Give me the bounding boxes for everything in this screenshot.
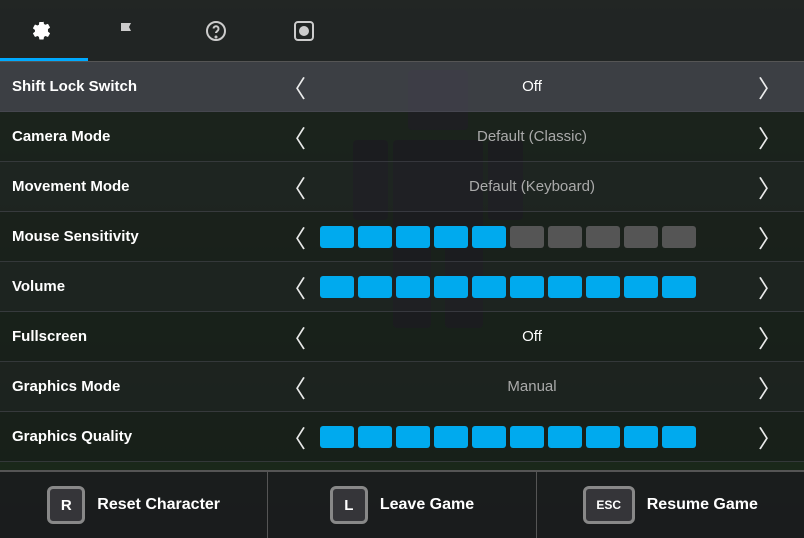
setting-row-volume: Volume〈〉 xyxy=(0,262,804,312)
nav-settings[interactable] xyxy=(0,0,88,61)
arrow-left-fullscreen[interactable]: 〈 xyxy=(272,319,316,354)
slider-segment-9 xyxy=(662,276,696,298)
settings-area: Shift Lock Switch〈Off〉Camera Mode〈Defaul… xyxy=(0,62,804,470)
arrow-left-volume[interactable]: 〈 xyxy=(272,269,316,304)
slider-segment-3 xyxy=(434,276,468,298)
setting-row-graphics-quality: Graphics Quality〈〉 xyxy=(0,412,804,462)
setting-value-camera-mode: Default (Classic) xyxy=(316,128,748,145)
setting-value-graphics-mode: Manual xyxy=(316,378,748,395)
slider-segment-2 xyxy=(396,226,430,248)
slider-segment-3 xyxy=(434,226,468,248)
setting-label-shift-lock: Shift Lock Switch xyxy=(12,78,272,95)
slider-segment-9 xyxy=(662,426,696,448)
slider-segment-4 xyxy=(472,276,506,298)
bottom-btn-label-resume-game: Resume Game xyxy=(647,496,758,514)
setting-value-shift-lock: Off xyxy=(316,78,748,95)
slider-segment-7 xyxy=(586,426,620,448)
slider-segment-8 xyxy=(624,276,658,298)
slider-segment-0 xyxy=(320,226,354,248)
question-icon xyxy=(204,19,228,43)
slider-segment-6 xyxy=(548,426,582,448)
slider-segment-5 xyxy=(510,276,544,298)
slider-bar-volume[interactable] xyxy=(316,276,748,298)
setting-value-fullscreen: Off xyxy=(316,328,748,345)
arrow-left-movement-mode[interactable]: 〈 xyxy=(272,169,316,204)
slider-segment-1 xyxy=(358,426,392,448)
arrow-left-camera-mode[interactable]: 〈 xyxy=(272,119,316,154)
bottom-bar: R Reset Character L Leave Game ESC Resume Gam… xyxy=(0,470,804,538)
setting-control-mouse-sensitivity: 〈〉 xyxy=(272,219,792,254)
arrow-right-graphics-mode[interactable]: 〉 xyxy=(748,369,792,404)
arrow-left-graphics-quality[interactable]: 〈 xyxy=(272,419,316,454)
setting-label-fullscreen: Fullscreen xyxy=(12,328,272,345)
arrow-left-shift-lock[interactable]: 〈 xyxy=(272,69,316,104)
key-box-resume-game: ESC xyxy=(583,486,635,524)
slider-segment-0 xyxy=(320,426,354,448)
setting-row-fullscreen: Fullscreen〈Off〉 xyxy=(0,312,804,362)
setting-control-movement-mode: 〈Default (Keyboard)〉 xyxy=(272,169,792,204)
setting-label-volume: Volume xyxy=(12,278,272,295)
setting-row-graphics-mode: Graphics Mode〈Manual〉 xyxy=(0,362,804,412)
setting-control-graphics-mode: 〈Manual〉 xyxy=(272,369,792,404)
slider-segment-7 xyxy=(586,226,620,248)
nav-record[interactable] xyxy=(264,0,352,61)
setting-label-graphics-quality: Graphics Quality xyxy=(12,428,272,445)
slider-segment-6 xyxy=(548,276,582,298)
arrow-right-mouse-sensitivity[interactable]: 〉 xyxy=(748,219,792,254)
bottom-btn-leave-game[interactable]: L Leave Game xyxy=(268,472,536,538)
arrow-right-movement-mode[interactable]: 〉 xyxy=(748,169,792,204)
record-icon xyxy=(292,19,316,43)
arrow-right-graphics-quality[interactable]: 〉 xyxy=(748,419,792,454)
slider-segment-8 xyxy=(624,226,658,248)
slider-segment-5 xyxy=(510,426,544,448)
setting-control-fullscreen: 〈Off〉 xyxy=(272,319,792,354)
flag-icon xyxy=(116,19,140,43)
slider-segment-9 xyxy=(662,226,696,248)
slider-segment-0 xyxy=(320,276,354,298)
slider-segment-1 xyxy=(358,226,392,248)
slider-bar-graphics-quality[interactable] xyxy=(316,426,748,448)
slider-segment-7 xyxy=(586,276,620,298)
slider-segment-4 xyxy=(472,226,506,248)
bottom-btn-label-reset-character: Reset Character xyxy=(97,496,220,514)
bottom-btn-reset-character[interactable]: R Reset Character xyxy=(0,472,268,538)
slider-segment-6 xyxy=(548,226,582,248)
setting-control-graphics-quality: 〈〉 xyxy=(272,419,792,454)
setting-label-graphics-mode: Graphics Mode xyxy=(12,378,272,395)
setting-label-mouse-sensitivity: Mouse Sensitivity xyxy=(12,228,272,245)
arrow-right-fullscreen[interactable]: 〉 xyxy=(748,319,792,354)
slider-bar-mouse-sensitivity[interactable] xyxy=(316,226,748,248)
slider-segment-1 xyxy=(358,276,392,298)
bottom-btn-resume-game[interactable]: ESC Resume Game xyxy=(537,472,804,538)
key-box-leave-game: L xyxy=(330,486,368,524)
slider-segment-3 xyxy=(434,426,468,448)
setting-label-movement-mode: Movement Mode xyxy=(12,178,272,195)
setting-label-camera-mode: Camera Mode xyxy=(12,128,272,145)
setting-control-shift-lock: 〈Off〉 xyxy=(272,69,792,104)
arrow-left-graphics-mode[interactable]: 〈 xyxy=(272,369,316,404)
setting-value-movement-mode: Default (Keyboard) xyxy=(316,178,748,195)
slider-segment-2 xyxy=(396,276,430,298)
top-nav xyxy=(0,0,804,62)
arrow-right-shift-lock[interactable]: 〉 xyxy=(748,69,792,104)
setting-row-camera-mode: Camera Mode〈Default (Classic)〉 xyxy=(0,112,804,162)
setting-row-movement-mode: Movement Mode〈Default (Keyboard)〉 xyxy=(0,162,804,212)
slider-segment-8 xyxy=(624,426,658,448)
setting-row-shift-lock: Shift Lock Switch〈Off〉 xyxy=(0,62,804,112)
setting-control-volume: 〈〉 xyxy=(272,269,792,304)
arrow-right-camera-mode[interactable]: 〉 xyxy=(748,119,792,154)
setting-control-camera-mode: 〈Default (Classic)〉 xyxy=(272,119,792,154)
bottom-btn-label-leave-game: Leave Game xyxy=(380,496,474,514)
nav-help[interactable] xyxy=(176,0,264,61)
slider-segment-4 xyxy=(472,426,506,448)
nav-report[interactable] xyxy=(88,0,176,61)
slider-segment-2 xyxy=(396,426,430,448)
setting-row-mouse-sensitivity: Mouse Sensitivity〈〉 xyxy=(0,212,804,262)
slider-segment-5 xyxy=(510,226,544,248)
key-box-reset-character: R xyxy=(47,486,85,524)
arrow-right-volume[interactable]: 〉 xyxy=(748,269,792,304)
gear-icon xyxy=(28,19,52,43)
main-panel: Shift Lock Switch〈Off〉Camera Mode〈Defaul… xyxy=(0,0,804,538)
arrow-left-mouse-sensitivity[interactable]: 〈 xyxy=(272,219,316,254)
